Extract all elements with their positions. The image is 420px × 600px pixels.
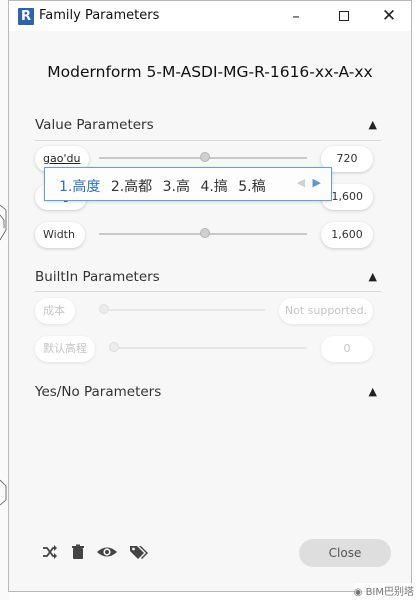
builtin-parameter-label: 成本 <box>35 298 75 324</box>
ime-candidate[interactable]: 2.高都 <box>111 179 152 195</box>
section-divider <box>35 291 381 292</box>
maximize-icon <box>339 11 349 21</box>
title-bar[interactable]: R Family Parameters – ✕ <box>9 1 411 31</box>
section-title: Yes/No Parameters <box>35 384 162 400</box>
window-title: Family Parameters <box>39 8 160 23</box>
parameter-value-field[interactable]: 1,600 <box>321 222 373 248</box>
trash-icon[interactable] <box>69 543 87 561</box>
builtin-value-field: 0 <box>321 336 373 362</box>
shuffle-icon[interactable] <box>41 543 59 561</box>
value-parameters-header[interactable]: Value Parameters ▲ <box>35 117 381 137</box>
builtin-slider-handle <box>109 342 119 352</box>
watermark: ◉ BIM巴别塔 <box>353 583 414 598</box>
minimize-button[interactable]: – <box>273 1 319 31</box>
parameter-slider-handle[interactable] <box>200 152 210 162</box>
parameter-slider-handle[interactable] <box>200 228 210 238</box>
ime-candidate[interactable]: 4.搞 <box>200 179 227 195</box>
chevron-up-icon[interactable]: ▲ <box>369 118 377 131</box>
section-title: Value Parameters <box>35 117 154 133</box>
minimize-icon: – <box>292 7 300 25</box>
ime-candidate[interactable]: 5.稿 <box>238 179 265 195</box>
watermark-text: BIM巴别塔 <box>365 587 414 598</box>
revit-app-icon: R <box>18 8 34 25</box>
arrow-left-icon[interactable]: ◀ <box>297 176 305 189</box>
builtin-slider-track <box>113 347 307 349</box>
builtin-parameter-label: 默认高程 <box>35 336 95 362</box>
builtin-value-field: Not supported. <box>279 298 373 324</box>
ime-candidate-list: 1.高度 2.高都 3.高 4.搞 5.稿 <box>59 176 272 196</box>
eye-icon[interactable] <box>96 543 118 561</box>
chevron-up-icon[interactable]: ▲ <box>369 270 377 283</box>
builtin-parameters-header[interactable]: BuiltIn Parameters ▲ <box>35 269 381 289</box>
ime-candidate[interactable]: 1.高度 <box>59 179 100 195</box>
yes-no-parameters-header[interactable]: Yes/No Parameters ▲ <box>35 384 381 404</box>
family-name-heading: Modernform 5-M-ASDI-MG-R-1616-xx-A-xx <box>47 63 373 81</box>
close-button[interactable]: Close <box>299 539 391 567</box>
tags-icon[interactable] <box>129 543 149 561</box>
close-window-button[interactable]: ✕ <box>366 1 412 31</box>
ime-candidate-window[interactable]: 1.高度 2.高都 3.高 4.搞 5.稿 ◀ ▶ <box>44 167 332 201</box>
family-parameters-dialog: R Family Parameters – ✕ Modernform 5-M-A… <box>8 0 412 592</box>
chevron-up-icon[interactable]: ▲ <box>369 385 377 398</box>
ime-candidate[interactable]: 3.高 <box>163 179 190 195</box>
maximize-button[interactable] <box>321 1 367 31</box>
section-title: BuiltIn Parameters <box>35 269 160 285</box>
arrow-right-icon[interactable]: ▶ <box>313 176 321 189</box>
wechat-icon: ◉ <box>353 587 363 598</box>
builtin-slider-track <box>101 309 265 311</box>
close-icon: ✕ <box>381 6 397 26</box>
parameter-name-label[interactable]: Width <box>35 222 85 248</box>
ime-composition-text: gao'du <box>43 152 81 165</box>
section-divider <box>35 140 381 141</box>
builtin-slider-handle <box>99 304 109 314</box>
ime-page-arrows: ◀ ▶ <box>297 176 321 189</box>
